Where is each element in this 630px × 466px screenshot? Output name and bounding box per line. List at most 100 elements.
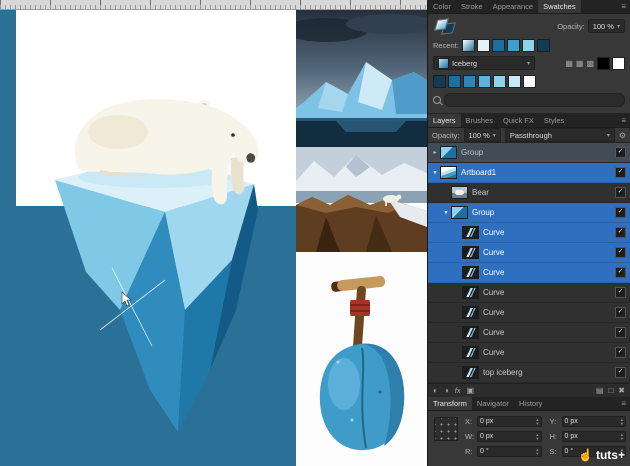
layers-opacity-value: 100 %: [468, 130, 490, 140]
adjustments-icon[interactable]: ◑: [444, 384, 449, 397]
layer-label: Artboard1: [461, 168, 497, 177]
layer-visibility-checkbox[interactable]: ✓: [615, 307, 626, 318]
layer-visibility-checkbox[interactable]: ✓: [615, 347, 626, 358]
transform-field-input[interactable]: 0 px ▴ ▾: [561, 416, 626, 427]
panel-menu-icon[interactable]: ≡: [621, 397, 626, 410]
palette-swatch[interactable]: [478, 74, 491, 88]
layers-opacity-dropdown[interactable]: 100 % ▾: [463, 128, 501, 142]
layer-visibility-checkbox[interactable]: ✓: [615, 227, 626, 238]
layer-row-curve[interactable]: Curve ✓: [428, 263, 630, 283]
add-layer-icon[interactable]: □: [608, 384, 613, 397]
anchor-point-selector[interactable]: [434, 417, 458, 441]
tab-transform[interactable]: Transform: [428, 397, 472, 410]
disclosure-icon[interactable]: ▾: [431, 169, 439, 176]
chevron-down-icon: ▾: [606, 132, 610, 139]
swatch-list-icon[interactable]: ▩: [586, 57, 594, 70]
stepper-icons[interactable]: ▴ ▾: [621, 432, 623, 440]
bw-swatch[interactable]: [597, 56, 610, 70]
layer-label: Curve: [483, 288, 505, 297]
recent-swatch[interactable]: [536, 38, 550, 52]
reference-photo-stone-tool[interactable]: [296, 252, 427, 466]
artboard-artwork[interactable]: [0, 10, 296, 466]
layers-bottom-toolbar: ◐ ◑ fx ▣ ▤ □ ✖: [428, 383, 630, 397]
layer-row-artboard1[interactable]: ▾ Artboard1 ✓: [428, 163, 630, 183]
palette-swatch[interactable]: [493, 74, 506, 88]
panel-menu-icon[interactable]: ≡: [621, 0, 626, 13]
mask-icon[interactable]: ◐: [433, 384, 438, 397]
fill-stroke-indicator[interactable]: [433, 18, 457, 35]
layer-thumbnail: [462, 266, 479, 279]
stepper-icons[interactable]: ▴ ▾: [536, 447, 538, 455]
layer-visibility-checkbox[interactable]: ✓: [615, 267, 626, 278]
layer-visibility-checkbox[interactable]: ✓: [615, 207, 626, 218]
tab-layers[interactable]: Layers: [428, 114, 461, 127]
layer-visibility-checkbox[interactable]: ✓: [615, 287, 626, 298]
layer-visibility-checkbox[interactable]: ✓: [615, 247, 626, 258]
bw-swatch[interactable]: [612, 56, 625, 70]
layer-row-curve[interactable]: Curve ✓: [428, 343, 630, 363]
blend-mode-dropdown[interactable]: Passthrough ▾: [504, 128, 615, 142]
recent-swatch[interactable]: [521, 38, 535, 52]
tab-color[interactable]: Color: [428, 0, 456, 13]
gear-icon[interactable]: ⚙: [619, 129, 626, 142]
panel-menu-icon[interactable]: ≡: [621, 114, 626, 127]
palette-swatch[interactable]: [463, 74, 476, 88]
palette-swatch[interactable]: [508, 74, 521, 88]
tab-history[interactable]: History: [514, 397, 547, 410]
chevron-down-icon: ▾: [616, 23, 620, 30]
palette-swatch[interactable]: [448, 74, 461, 88]
document-canvas[interactable]: [0, 10, 427, 466]
fx-icon[interactable]: fx: [455, 384, 461, 397]
tab-brushes[interactable]: Brushes: [461, 114, 499, 127]
delete-layer-icon[interactable]: ✖: [618, 384, 625, 397]
swatch-grid-icon[interactable]: ▦: [565, 57, 573, 70]
disclosure-icon[interactable]: ▸: [431, 149, 439, 156]
stepper-icons[interactable]: ▴ ▾: [536, 432, 538, 440]
transform-field-input[interactable]: 0 px ▴ ▾: [477, 416, 542, 427]
opacity-dropdown[interactable]: 100 % ▾: [587, 19, 625, 33]
tab-appearance[interactable]: Appearance: [488, 0, 538, 13]
stepper-icons[interactable]: ▴ ▾: [621, 417, 623, 425]
recent-swatch[interactable]: [461, 38, 475, 52]
layer-visibility-checkbox[interactable]: ✓: [615, 187, 626, 198]
reference-photo-polar-bear[interactable]: [296, 147, 427, 252]
layer-row-curve[interactable]: Curve ✓: [428, 303, 630, 323]
layer-visibility-checkbox[interactable]: ✓: [615, 367, 626, 378]
layers-opacity-label: Opacity:: [432, 130, 460, 140]
insert-target-icon[interactable]: ▤: [596, 384, 604, 397]
palette-swatch[interactable]: [433, 74, 446, 88]
swatch-grid-small-icon[interactable]: ▦: [576, 57, 584, 70]
stepper-icons[interactable]: ▴ ▾: [536, 417, 538, 425]
transform-field-input[interactable]: 0 px ▴ ▾: [477, 431, 542, 442]
transform-field-input[interactable]: 0 ° ▴ ▾: [477, 446, 542, 457]
layer-row-curve[interactable]: Curve ✓: [428, 223, 630, 243]
recent-swatch[interactable]: [491, 38, 505, 52]
recent-swatch[interactable]: [506, 38, 520, 52]
layer-row-bear[interactable]: Bear ✓: [428, 183, 630, 203]
disclosure-icon[interactable]: ▾: [442, 209, 450, 216]
layer-visibility-checkbox[interactable]: ✓: [615, 327, 626, 338]
transform-field-input[interactable]: 0 px ▴ ▾: [561, 431, 626, 442]
recent-swatch[interactable]: [476, 38, 490, 52]
right-panel: Color Stroke Appearance Swatches ≡ Opacity: …: [427, 0, 630, 466]
layer-row-group[interactable]: ▾ Group ✓: [428, 203, 630, 223]
palette-dropdown[interactable]: Iceberg ▾: [433, 56, 535, 70]
group-layers-icon[interactable]: ▣: [467, 384, 475, 397]
tab-navigator[interactable]: Navigator: [472, 397, 514, 410]
layer-row-group[interactable]: ▸ Group ✓: [428, 143, 630, 163]
layer-row-curve[interactable]: Curve ✓: [428, 243, 630, 263]
reference-photo-iceberg[interactable]: [296, 10, 427, 147]
tab-stroke[interactable]: Stroke: [456, 0, 488, 13]
swatch-search-input[interactable]: [444, 93, 625, 107]
layers-tabbar: Layers Brushes Quick FX Styles ≡: [428, 114, 630, 128]
layer-thumbnail: [462, 226, 479, 239]
tab-swatches[interactable]: Swatches: [538, 0, 581, 13]
tab-styles[interactable]: Styles: [539, 114, 569, 127]
layer-visibility-checkbox[interactable]: ✓: [615, 147, 626, 158]
palette-swatch[interactable]: [523, 74, 536, 88]
layer-row-curve[interactable]: Curve ✓: [428, 323, 630, 343]
tab-quick-fx[interactable]: Quick FX: [498, 114, 539, 127]
layer-visibility-checkbox[interactable]: ✓: [615, 167, 626, 178]
layer-row-curve[interactable]: Curve ✓: [428, 283, 630, 303]
layer-row-top-iceberg[interactable]: top iceberg ✓: [428, 363, 630, 383]
